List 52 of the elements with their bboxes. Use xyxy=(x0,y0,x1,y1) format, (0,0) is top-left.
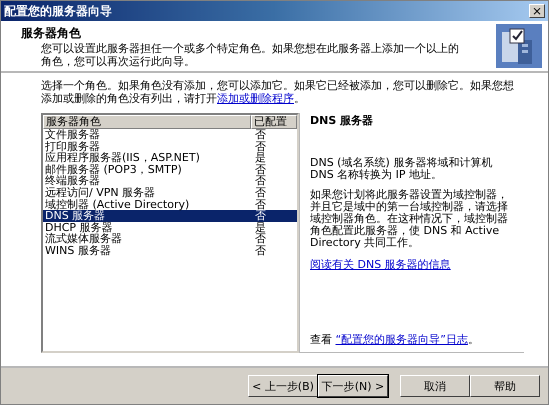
window-title: 配置您的服务器向导 xyxy=(4,2,112,20)
role-name: 打印服务器 xyxy=(44,140,100,152)
role-name: 终端服务器 xyxy=(44,175,101,187)
role-name: 邮件服务器 (POP3，SMTP) xyxy=(44,164,183,176)
configured-value: 否 xyxy=(254,140,267,152)
role-name: 流式媒体服务器 xyxy=(44,233,123,245)
details-text: DNS (域名系统) 服务器将域和计算机 DNS 名称转换为 IP 地址。 xyxy=(310,157,494,181)
column-header[interactable]: 服务器角色 xyxy=(43,115,251,129)
details-text: 如果您计划将此服务器设置为域控制器，并且它是域中的第一台域控制器，请选择域控制器角色。在这种情况下，域控制器角色配置此服务器，使 DNS 和 Active Directory 共同工作。 xyxy=(310,189,509,249)
list-row[interactable]: 终端服务器 否 xyxy=(43,175,297,187)
wizard-button[interactable]: 下一步(N) > xyxy=(318,375,388,397)
list-row[interactable]: 流式媒体服务器 否 xyxy=(43,233,297,245)
section-description: 您可以设置此服务器担任一个或多个特定角色。如果您想在此服务器上添加一个以上的角色，您可以再次运行此向导。 xyxy=(40,42,460,68)
instruction-text: 选择一个角色。如果角色没有添加，您可以添加它。如果它已经被添加，您可以删除它。如果您想添加或删除的角色没有列出，请打开添加或删除程序。 xyxy=(41,79,515,105)
server-checklist-icon xyxy=(496,24,542,68)
list-row[interactable]: 打印服务器 否 xyxy=(43,140,297,152)
wizard-button[interactable]: 帮助 xyxy=(470,375,540,397)
list-row[interactable]: 域控制器 (Active Directory) 否 xyxy=(43,198,297,210)
role-name: 域控制器 (Active Directory) xyxy=(44,198,190,210)
list-row[interactable]: 应用程序服务器(IIS，ASP.NET) 是 xyxy=(43,152,297,164)
configured-value: 否 xyxy=(254,175,267,187)
role-name: 应用程序服务器(IIS，ASP.NET) xyxy=(44,152,201,164)
list-row[interactable]: WINS 服务器 否 xyxy=(43,244,297,257)
list-row[interactable]: 远程访问/ VPN 服务器 否 xyxy=(43,186,297,199)
log-text: 查看 “配置您的服务器向导”日志。 xyxy=(310,334,480,346)
list-row[interactable]: DHCP 服务器 是 xyxy=(43,222,297,234)
configured-value: 否 xyxy=(254,129,267,141)
log-link[interactable]: “配置您的服务器向导”日志 xyxy=(336,333,468,346)
configured-value: 是 xyxy=(254,222,267,234)
add-remove-programs-link[interactable]: 添加或删除程序 xyxy=(217,92,294,105)
configured-value: 是 xyxy=(254,152,267,164)
column-header[interactable]: 已配置 xyxy=(251,115,297,129)
details-title: DNS 服务器 xyxy=(310,115,374,127)
info-link[interactable]: 阅读有关 DNS 服务器的信息 xyxy=(310,258,451,271)
role-name: DNS 服务器 xyxy=(44,210,106,222)
list-row[interactable]: DNS 服务器 否 xyxy=(43,210,297,222)
role-name: DHCP 服务器 xyxy=(44,222,113,234)
list-row[interactable]: 文件服务器 否 xyxy=(43,129,297,141)
role-name: WINS 服务器 xyxy=(44,244,112,257)
configured-value: 否 xyxy=(254,244,267,257)
section-title: 服务器角色 xyxy=(21,24,82,42)
configured-value: 否 xyxy=(254,186,267,199)
configured-value: 否 xyxy=(254,210,267,222)
wizard-button[interactable]: < 上一步(B) xyxy=(248,375,318,397)
list-row[interactable]: 邮件服务器 (POP3，SMTP) 否 xyxy=(43,164,297,176)
wizard-button[interactable]: 取消 xyxy=(400,375,470,397)
role-name: 文件服务器 xyxy=(44,129,101,141)
close-button[interactable]: × xyxy=(529,4,545,18)
configured-value: 否 xyxy=(254,164,267,176)
role-name: 远程访问/ VPN 服务器 xyxy=(44,186,156,199)
configured-value: 否 xyxy=(254,198,267,210)
configured-value: 否 xyxy=(254,233,267,245)
